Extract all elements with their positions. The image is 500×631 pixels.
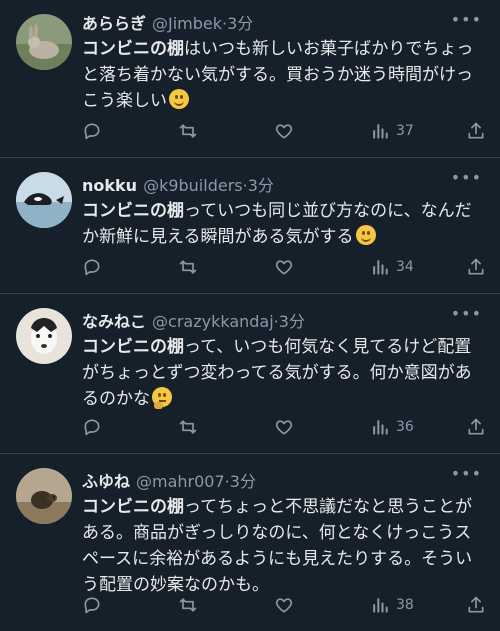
retweet-button[interactable] bbox=[178, 417, 238, 437]
views-icon bbox=[373, 598, 388, 613]
views-count: 34 bbox=[396, 259, 414, 275]
reply-button[interactable] bbox=[82, 417, 142, 437]
retweet-button[interactable] bbox=[178, 257, 238, 277]
animal-avatar-image bbox=[16, 468, 72, 524]
tweet-header: あららぎ @Jimbek · 3分 bbox=[82, 10, 486, 34]
action-bar: 36 bbox=[82, 417, 486, 437]
action-bar: 37 bbox=[82, 121, 486, 141]
avatar[interactable] bbox=[16, 468, 72, 524]
more-icon[interactable]: ••• bbox=[451, 304, 482, 323]
tweet[interactable]: なみねこ @crazykkandaj · 3分 ••• コンビニの棚って、いつも… bbox=[0, 294, 500, 454]
like-icon bbox=[275, 598, 293, 613]
tweet-header: ふゆね @mahr007 · 3分 bbox=[82, 468, 486, 492]
dog-avatar-image bbox=[16, 308, 72, 364]
thinking-emoji-icon bbox=[152, 387, 172, 409]
tweet-text: コンビニの棚って、いつも何気なく見てるけど配置がちょっとずつ変わってる気がする。… bbox=[82, 334, 486, 412]
reply-icon bbox=[84, 259, 100, 276]
orca-avatar-image bbox=[16, 172, 72, 228]
highlight-text: コンビニの棚 bbox=[82, 337, 184, 357]
timestamp[interactable]: 3分 bbox=[248, 172, 274, 196]
like-button[interactable] bbox=[274, 121, 334, 141]
views-icon bbox=[373, 260, 388, 275]
share-icon bbox=[468, 418, 484, 435]
tweet[interactable]: あららぎ @Jimbek · 3分 ••• コンビニの棚はいつも新しいお菓子ばか… bbox=[0, 0, 500, 158]
like-button[interactable] bbox=[274, 595, 334, 615]
retweet-icon bbox=[179, 260, 197, 274]
retweet-button[interactable] bbox=[178, 121, 238, 141]
reply-icon bbox=[84, 123, 100, 140]
reply-button[interactable] bbox=[82, 257, 142, 277]
highlight-text: コンビニの棚 bbox=[82, 201, 184, 221]
share-button[interactable] bbox=[466, 595, 486, 615]
tweet-text: コンビニの棚っていつも同じ並び方なのに、なんだか新鮮に見える瞬間がある気がする bbox=[82, 198, 486, 250]
share-button[interactable] bbox=[466, 257, 486, 277]
display-name[interactable]: あららぎ bbox=[82, 10, 146, 34]
like-button[interactable] bbox=[274, 257, 334, 277]
username[interactable]: @crazykkandaj bbox=[152, 312, 274, 331]
like-icon bbox=[275, 260, 293, 275]
views-button[interactable]: 34 bbox=[370, 257, 430, 277]
reply-button[interactable] bbox=[82, 595, 142, 615]
share-icon bbox=[468, 258, 484, 275]
tweet-text: コンビニの棚ってちょっと不思議だなと思うことがある。商品がぎっしりなのに、何とな… bbox=[82, 494, 486, 598]
display-name[interactable]: なみねこ bbox=[82, 308, 146, 332]
views-icon bbox=[373, 124, 388, 139]
tweet[interactable]: nokku @k9builders · 3分 ••• コンビニの棚っていつも同じ… bbox=[0, 158, 500, 294]
retweet-button[interactable] bbox=[178, 595, 238, 615]
like-button[interactable] bbox=[274, 417, 334, 437]
like-icon bbox=[275, 124, 293, 139]
display-name[interactable]: ふゆね bbox=[82, 468, 130, 492]
retweet-icon bbox=[179, 598, 197, 612]
like-icon bbox=[275, 420, 293, 435]
rabbit-avatar-image bbox=[16, 14, 72, 70]
reply-icon bbox=[84, 419, 100, 436]
highlight-text: コンビニの棚 bbox=[82, 497, 184, 517]
timeline: あららぎ @Jimbek · 3分 ••• コンビニの棚はいつも新しいお菓子ばか… bbox=[0, 0, 500, 631]
views-count: 37 bbox=[396, 123, 414, 139]
display-name[interactable]: nokku bbox=[82, 176, 137, 195]
share-icon bbox=[468, 596, 484, 613]
username[interactable]: @k9builders bbox=[143, 176, 243, 195]
avatar[interactable] bbox=[16, 308, 72, 364]
views-button[interactable]: 38 bbox=[370, 595, 430, 615]
views-count: 36 bbox=[396, 419, 414, 435]
views-icon bbox=[373, 420, 388, 435]
tweet-header: nokku @k9builders · 3分 bbox=[82, 172, 486, 196]
timestamp[interactable]: 3分 bbox=[279, 308, 305, 332]
action-bar: 34 bbox=[82, 257, 486, 277]
tweet[interactable]: ふゆね @mahr007 · 3分 ••• コンビニの棚ってちょっと不思議だなと… bbox=[0, 454, 500, 631]
share-button[interactable] bbox=[466, 121, 486, 141]
more-icon[interactable]: ••• bbox=[451, 464, 482, 483]
views-count: 38 bbox=[396, 597, 414, 613]
retweet-icon bbox=[179, 124, 197, 138]
avatar[interactable] bbox=[16, 14, 72, 70]
action-bar: 38 bbox=[82, 595, 486, 615]
smile-emoji-icon bbox=[355, 225, 376, 245]
timestamp[interactable]: 3分 bbox=[230, 468, 256, 492]
retweet-icon bbox=[179, 420, 197, 434]
more-icon[interactable]: ••• bbox=[451, 10, 482, 29]
avatar[interactable] bbox=[16, 172, 72, 228]
tweet-text: コンビニの棚はいつも新しいお菓子ばかりでちょっと落ち着かない気がする。買おうか迷… bbox=[82, 36, 486, 114]
share-button[interactable] bbox=[466, 417, 486, 437]
tweet-header: なみねこ @crazykkandaj · 3分 bbox=[82, 308, 486, 332]
views-button[interactable]: 37 bbox=[370, 121, 430, 141]
reply-button[interactable] bbox=[82, 121, 142, 141]
username[interactable]: @Jimbek bbox=[152, 14, 222, 33]
smile-emoji-icon bbox=[169, 89, 189, 109]
more-icon[interactable]: ••• bbox=[451, 168, 482, 187]
timestamp[interactable]: 3分 bbox=[227, 10, 253, 34]
highlight-text: コンビニの棚 bbox=[82, 39, 184, 59]
username[interactable]: @mahr007 bbox=[136, 472, 225, 491]
reply-icon bbox=[84, 597, 100, 614]
share-icon bbox=[468, 122, 484, 139]
views-button[interactable]: 36 bbox=[370, 417, 430, 437]
